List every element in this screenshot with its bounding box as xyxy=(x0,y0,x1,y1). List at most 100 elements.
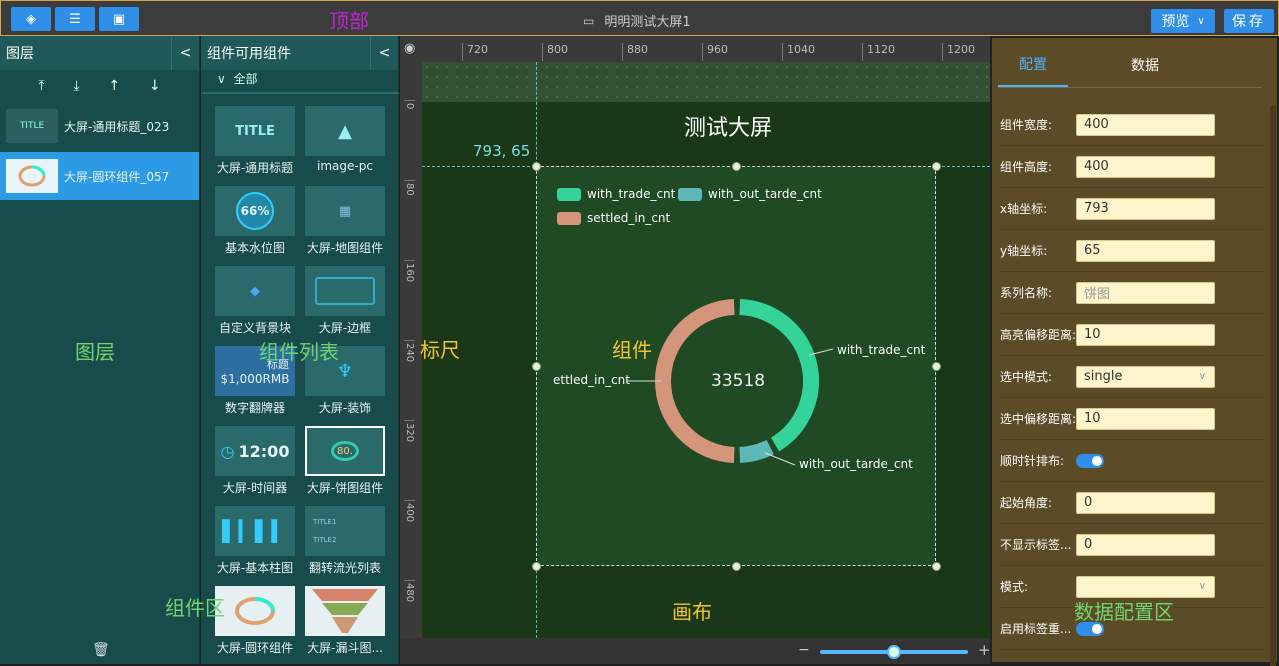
config-label: 选中偏移距离: xyxy=(1000,412,1076,426)
component-item[interactable]: 66% 基本水位图 xyxy=(215,186,295,256)
selected-component[interactable]: with_trade_cnt with_out_tarde_cnt settle… xyxy=(532,162,941,571)
select-field[interactable]: ∨ xyxy=(1076,575,1215,598)
annotation-ruler: 标尺 xyxy=(420,338,460,362)
resize-handle[interactable] xyxy=(932,162,941,171)
collapse-chevron-icon[interactable]: < xyxy=(171,36,199,70)
resize-handle[interactable] xyxy=(532,562,541,571)
tab-data[interactable]: 数据 xyxy=(1110,42,1180,87)
image-icon: ▲ xyxy=(305,106,385,156)
component-item[interactable]: TITLE 大屏-通用标题 xyxy=(215,106,295,176)
collapse-chevron-icon[interactable]: < xyxy=(370,36,398,70)
layer-item[interactable]: TITLE 大屏-通用标题_023 xyxy=(0,102,199,150)
config-label: 顺时针排布: xyxy=(1000,454,1065,468)
annotation-canvas: 画布 xyxy=(672,600,712,624)
annotation-top: 顶部 xyxy=(329,9,369,33)
zoom-in-button[interactable]: + xyxy=(978,641,991,659)
preview-button[interactable]: 预览 ∨ xyxy=(1151,9,1215,33)
resize-handle[interactable] xyxy=(932,362,941,371)
component-item[interactable]: ◷ 12:00 大屏-时间器 xyxy=(215,426,295,496)
zoom-out-button[interactable]: − xyxy=(798,642,810,658)
list-icon-button[interactable]: ☰ xyxy=(55,7,95,31)
config-input[interactable]: 0 xyxy=(1076,533,1215,556)
label-leader-line xyxy=(764,452,796,466)
config-input[interactable]: 65 xyxy=(1076,239,1215,262)
move-down-icon[interactable]: ⤓ xyxy=(73,78,79,94)
config-label: 模式: xyxy=(1000,580,1029,594)
toggle-switch[interactable] xyxy=(1076,453,1104,468)
ruler-tick-label: 320 xyxy=(404,420,415,442)
config-label: 组件高度: xyxy=(1000,160,1053,174)
component-item[interactable]: ◆ 自定义背景块 xyxy=(215,266,295,336)
component-item[interactable]: ▦ 大屏-地图组件 xyxy=(305,186,385,256)
zoom-slider-handle[interactable] xyxy=(887,645,901,659)
config-label: x轴坐标: xyxy=(1000,202,1048,216)
canvas[interactable]: 测试大屏 793, 65 with_trade_cnt with_out_tar… xyxy=(420,62,990,638)
group-toggle[interactable]: ∨ 全部 xyxy=(217,70,257,87)
eye-icon[interactable]: ◉ xyxy=(404,41,415,56)
config-label: 选中模式: xyxy=(1000,370,1053,384)
horizontal-ruler: ◉ 720 800 880 960 1040 1120 1200 xyxy=(400,36,990,62)
resize-handle[interactable] xyxy=(932,562,941,571)
component-item[interactable]: 大屏-边框 xyxy=(305,266,385,336)
legend-item[interactable]: settled_in_cnt xyxy=(557,211,670,225)
move-bottom-icon[interactable]: ↓ xyxy=(149,78,161,94)
layer-toolbar: ⤒ ⤓ ↑ ↓ xyxy=(0,70,199,102)
bar-chart-icon: ▌▎▌▍ xyxy=(215,506,295,556)
slice-label: ettled_in_cnt xyxy=(553,373,630,387)
legend-item[interactable]: with_out_tarde_cnt xyxy=(678,187,822,201)
screen-title: ▭ 明明测试大屏1 xyxy=(583,13,691,31)
layers-icon-button[interactable]: ◈ xyxy=(11,7,51,31)
trash-icon[interactable]: 🗑 xyxy=(92,642,110,658)
panel-icon-button[interactable]: ▣ xyxy=(99,7,139,31)
zoom-bar: − + xyxy=(400,638,991,664)
ruler-tick-label: 80 xyxy=(404,180,415,196)
donut-center-value: 33518 xyxy=(711,371,766,391)
resize-handle[interactable] xyxy=(532,162,541,171)
config-input[interactable]: 10 xyxy=(1076,323,1215,346)
component-item[interactable]: ▲ image-pc xyxy=(305,106,385,173)
funnel-icon xyxy=(305,586,385,636)
resize-handle[interactable] xyxy=(532,362,541,371)
config-input[interactable]: 饼图 xyxy=(1076,281,1215,304)
component-item[interactable]: 80. 大屏-饼图组件 xyxy=(305,426,385,496)
annotation-layers: 图层 xyxy=(75,340,115,364)
ruler-tick-label: 400 xyxy=(404,500,415,522)
legend-item[interactable]: with_trade_cnt xyxy=(557,187,675,201)
donut-chart xyxy=(627,299,834,466)
ruler-tick-label: 240 xyxy=(404,340,415,362)
slice-label: with_out_tarde_cnt xyxy=(799,457,913,471)
config-input[interactable]: 400 xyxy=(1076,113,1215,136)
move-up-icon[interactable]: ⤒ xyxy=(38,78,44,94)
component-item[interactable]: ▌▎▌▍ 大屏-基本柱图 xyxy=(215,506,295,576)
select-field[interactable]: single ∨ xyxy=(1076,365,1215,388)
config-input[interactable]: 10 xyxy=(1076,407,1215,430)
config-input[interactable]: 0 xyxy=(1076,491,1215,514)
config-row: x轴坐标: 793 xyxy=(1000,188,1265,230)
annotation-data-config: 数据配置区 xyxy=(1074,600,1174,624)
vertical-ruler: 0 80 160 240 320 400 480 xyxy=(400,62,422,638)
resize-handle[interactable] xyxy=(732,562,741,571)
chevron-down-icon: ∨ xyxy=(1197,15,1205,27)
layer-item-selected[interactable]: 大屏-圆环组件_057 xyxy=(0,152,199,200)
scrollbar[interactable] xyxy=(1270,106,1276,666)
config-tabs: 配置 数据 xyxy=(998,42,1262,88)
layer-thumb: TITLE xyxy=(6,109,58,143)
config-label: 启用标签重... xyxy=(1000,622,1072,636)
coordinates-label: 793, 65 xyxy=(473,142,531,160)
component-item[interactable]: TITLE1 TITLE2 翻转流光列表 xyxy=(305,506,385,576)
move-top-icon[interactable]: ↑ xyxy=(108,78,120,94)
ruler-tick-label: 800 xyxy=(542,43,568,61)
ruler-tick-label: 0 xyxy=(404,100,415,109)
top-bar: ◈ ☰ ▣ 顶部 ▭ 明明测试大屏1 预览 ∨ 保存 xyxy=(0,0,1279,36)
monitor-icon: ▭ xyxy=(583,13,595,28)
config-input[interactable]: 400 xyxy=(1076,155,1215,178)
save-button[interactable]: 保存 xyxy=(1224,9,1274,33)
config-input[interactable]: 793 xyxy=(1076,197,1215,220)
component-item[interactable]: 大屏-漏斗图... xyxy=(305,586,385,656)
ruler-tick-label: 160 xyxy=(404,260,415,282)
chevron-down-icon: ∨ xyxy=(1198,581,1206,592)
component-item[interactable]: 大屏-圆环组件 xyxy=(215,586,295,656)
resize-handle[interactable] xyxy=(732,162,741,171)
tab-config[interactable]: 配置 xyxy=(998,42,1068,87)
ruler-tick-label: 1200 xyxy=(942,43,975,61)
